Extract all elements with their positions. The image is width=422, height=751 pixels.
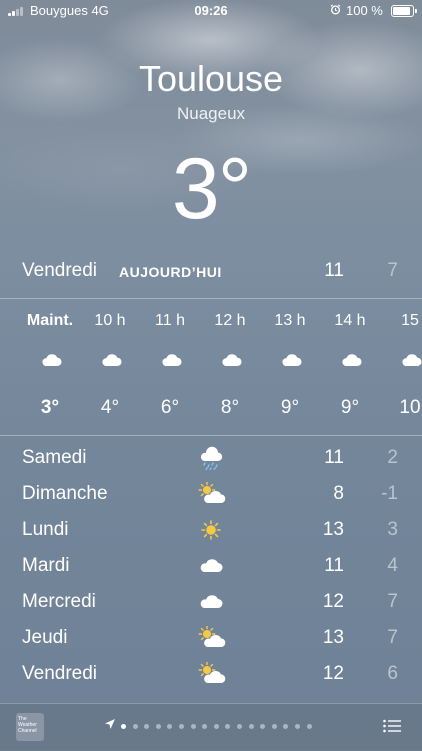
battery-percent: 100 % bbox=[346, 3, 383, 18]
day-low: 4 bbox=[387, 555, 398, 576]
page-dot[interactable] bbox=[167, 724, 173, 729]
hour-label: Maint. bbox=[26, 312, 74, 329]
day-high: 11 bbox=[324, 555, 344, 576]
page-dot[interactable] bbox=[155, 724, 161, 729]
current-temperature: 3° bbox=[171, 141, 252, 237]
day-low: 7 bbox=[387, 627, 398, 648]
day-name: Jeudi bbox=[22, 627, 68, 648]
day-row: Jeudi 13 7 bbox=[0, 620, 422, 656]
day-low: 2 bbox=[387, 447, 398, 468]
hour-temperature: 9° bbox=[280, 397, 300, 418]
alarm-icon bbox=[330, 4, 341, 15]
hour-label: 11 h bbox=[155, 312, 185, 329]
page-dot[interactable] bbox=[260, 724, 266, 729]
location-arrow-icon bbox=[105, 719, 115, 729]
today-low: 7 bbox=[387, 260, 398, 281]
hour-temperature: 4° bbox=[100, 397, 120, 418]
sun-cloud-icon bbox=[197, 661, 226, 686]
day-name: Dimanche bbox=[22, 483, 108, 504]
page-dot[interactable] bbox=[225, 724, 231, 729]
weather-condition: Nuageux bbox=[176, 104, 246, 123]
day-low: 3 bbox=[387, 519, 398, 540]
day-high: 13 bbox=[322, 627, 344, 648]
hour-label: 15 bbox=[401, 312, 419, 329]
day-low: 6 bbox=[387, 663, 398, 684]
page-dot[interactable] bbox=[132, 724, 138, 729]
hour-label: 13 h bbox=[274, 312, 306, 329]
today-row: Vendredi AUJOURD’HUI 11 7 bbox=[0, 257, 422, 287]
day-high: 13 bbox=[322, 519, 344, 540]
day-high: 12 bbox=[322, 591, 344, 612]
list-icon[interactable] bbox=[383, 719, 401, 733]
cloud-icon bbox=[40, 353, 62, 367]
hour-label: 12 h bbox=[214, 312, 246, 329]
day-row: Mardi 11 4 bbox=[0, 548, 422, 584]
hour-label: 10 h bbox=[94, 312, 126, 329]
today-tag: AUJOURD’HUI bbox=[119, 264, 222, 280]
cloud-icon bbox=[100, 353, 122, 367]
hourly-forecast[interactable]: Maint. 3° 10 h 4° 11 h 6° 12 h 8° 13 h 9° 14 h 9° 15… bbox=[0, 300, 422, 434]
today-high: 11 bbox=[324, 260, 344, 281]
day-row: Samedi 11 2 bbox=[0, 440, 422, 476]
day-row: Mercredi 12 7 bbox=[0, 584, 422, 620]
status-bar: Bouygues 4G 09:26 100 % bbox=[0, 0, 422, 22]
day-row: Vendredi 12 6 bbox=[0, 656, 422, 692]
day-row: Lundi 13 3 bbox=[0, 512, 422, 548]
day-row: Dimanche 8 -1 bbox=[0, 476, 422, 512]
day-high: 8 bbox=[333, 483, 344, 504]
sun-icon bbox=[197, 518, 225, 542]
page-dot[interactable] bbox=[202, 724, 208, 729]
bottom-bar: The Weather Channel bbox=[0, 703, 422, 751]
hour-temperature: 3° bbox=[40, 397, 60, 418]
divider bbox=[0, 298, 422, 299]
today-day: Vendredi bbox=[22, 260, 98, 281]
cloud-icon bbox=[340, 353, 362, 367]
page-dot[interactable] bbox=[121, 724, 126, 729]
day-high: 11 bbox=[324, 447, 344, 468]
day-low: -1 bbox=[381, 483, 398, 504]
page-dot[interactable] bbox=[144, 724, 150, 729]
cloud-icon bbox=[197, 554, 225, 578]
sun-cloud-icon bbox=[197, 481, 226, 506]
hour-temperature: 9° bbox=[340, 397, 360, 418]
page-dot[interactable] bbox=[295, 724, 300, 729]
page-dot[interactable] bbox=[190, 724, 196, 729]
day-name: Mercredi bbox=[22, 591, 96, 612]
battery-icon bbox=[391, 5, 417, 17]
page-dot[interactable] bbox=[283, 724, 289, 729]
cloud-icon bbox=[400, 353, 422, 367]
divider bbox=[0, 435, 422, 436]
page-dot[interactable] bbox=[271, 724, 277, 729]
page-dot[interactable] bbox=[248, 724, 254, 729]
page-dot[interactable] bbox=[306, 724, 312, 729]
page-dot[interactable] bbox=[213, 724, 219, 729]
cloud-icon bbox=[220, 353, 242, 367]
hour-temperature: 6° bbox=[160, 397, 180, 418]
cloud-icon bbox=[160, 353, 182, 367]
page-dot[interactable] bbox=[179, 724, 184, 729]
day-high: 12 bbox=[322, 663, 344, 684]
day-name: Samedi bbox=[22, 447, 87, 468]
weather-channel-logo[interactable]: The Weather Channel bbox=[16, 713, 44, 741]
day-name: Mardi bbox=[22, 555, 70, 576]
hour-temperature: 10 bbox=[399, 397, 421, 418]
city-name: Toulouse bbox=[138, 58, 284, 99]
day-low: 7 bbox=[387, 591, 398, 612]
sun-cloud-icon bbox=[197, 625, 226, 650]
day-name: Lundi bbox=[22, 519, 69, 540]
hour-temperature: 8° bbox=[220, 397, 240, 418]
cloud-icon bbox=[280, 353, 302, 367]
rain-cloud-icon bbox=[197, 446, 225, 471]
day-name: Vendredi bbox=[22, 663, 98, 684]
page-dot[interactable] bbox=[237, 724, 242, 729]
hour-label: 14 h bbox=[334, 312, 366, 329]
cloud-icon bbox=[197, 590, 225, 614]
